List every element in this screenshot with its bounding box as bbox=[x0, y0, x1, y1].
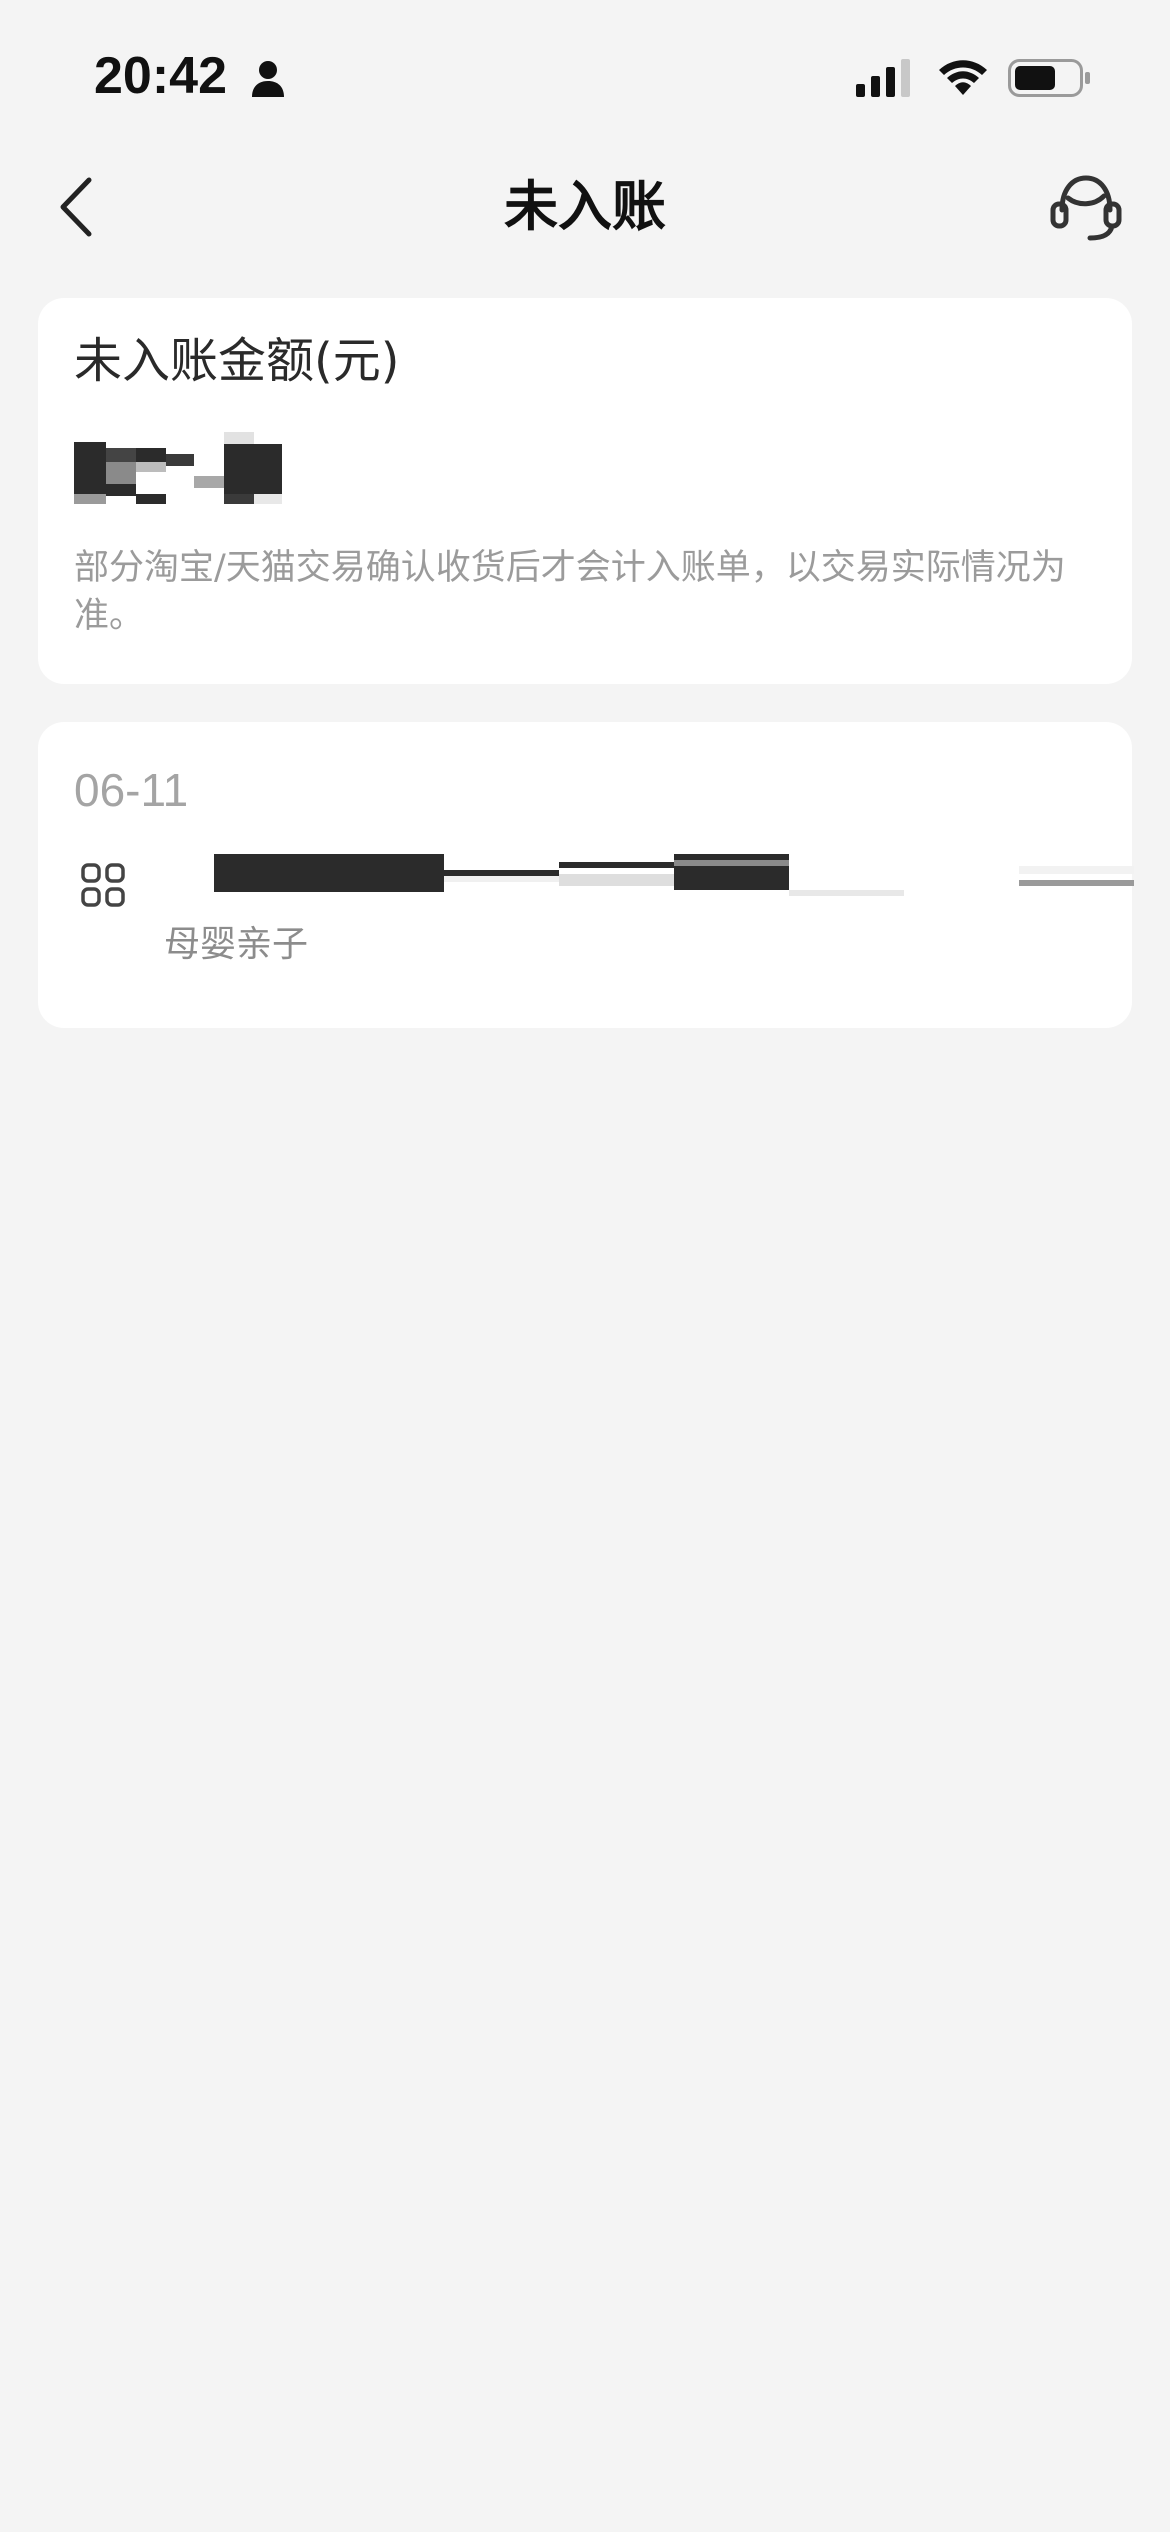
record-category: 母婴亲子 bbox=[164, 924, 309, 965]
grid-four-squares-icon bbox=[81, 863, 125, 907]
unrecorded-amount-label: 未入账金额(元) bbox=[74, 333, 400, 389]
cellular-signal-icon bbox=[856, 59, 910, 97]
status-bar: 20:42 bbox=[0, 0, 1170, 150]
page-title: 未入账 bbox=[504, 175, 666, 238]
customer-service-button[interactable] bbox=[1044, 168, 1128, 248]
battery-icon bbox=[1008, 59, 1090, 97]
wifi-icon bbox=[939, 60, 987, 95]
records-card: 06-11 母婴亲子 bbox=[38, 722, 1134, 1028]
unrecorded-amount-obscured bbox=[74, 432, 314, 512]
record-date-header: 06-11 bbox=[74, 764, 189, 816]
person-icon bbox=[252, 61, 284, 97]
customer-service-headset-icon bbox=[1050, 175, 1122, 241]
unrecorded-summary-card: 未入账金额(元) 部分淘宝/天猫交易确认收货后才会计入账单，以交易实际情况为准。 bbox=[38, 298, 1132, 684]
summary-note: 部分淘宝/天猫交易确认收货后才会计入账单，以交易实际情况为准。 bbox=[74, 548, 1066, 636]
navigation-bar: 未入账 bbox=[0, 150, 1170, 270]
status-time: 20:42 bbox=[94, 47, 227, 105]
record-title-obscured bbox=[176, 852, 1134, 912]
record-list-item[interactable]: 母婴亲子 bbox=[38, 852, 1134, 1002]
